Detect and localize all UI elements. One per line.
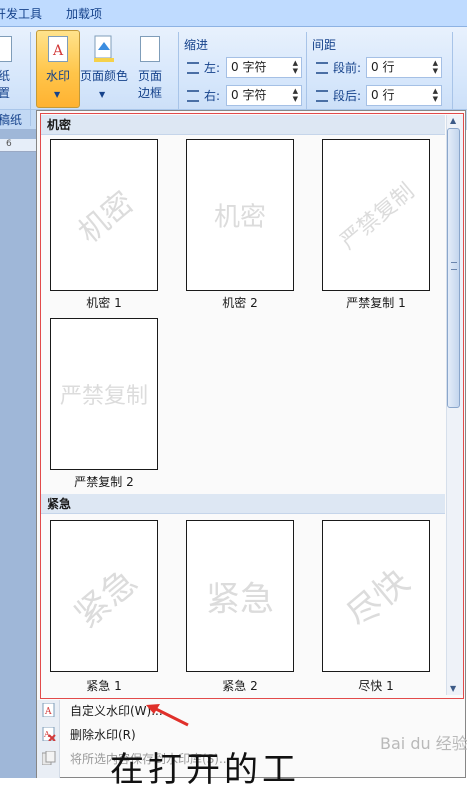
spin-arrows-icon[interactable]: ▲ ▼ bbox=[433, 59, 438, 75]
spacing-before-label: 段前: bbox=[333, 61, 362, 75]
page-color-dropdown-icon[interactable]: ▼ bbox=[99, 90, 105, 99]
spin-arrows-icon[interactable]: ▲ ▼ bbox=[433, 87, 438, 103]
spacing-after-label: 段后: bbox=[333, 89, 362, 103]
spacing-group-label: 间距 bbox=[312, 38, 337, 52]
watermark-button-label[interactable]: 水印 bbox=[36, 68, 80, 85]
spacing-after-input[interactable]: 0 行 ▲ ▼ bbox=[366, 85, 442, 106]
spacing-after-value: 0 行 bbox=[371, 88, 395, 102]
bottom-caption-partial: 在打开的工 bbox=[110, 750, 300, 790]
document-area bbox=[0, 129, 36, 778]
indent-left-value: 0 字符 bbox=[231, 60, 267, 74]
spacing-after-icon bbox=[316, 90, 328, 102]
tab-developer[interactable]: 开发工具 bbox=[0, 5, 42, 22]
indent-left-icon bbox=[187, 62, 199, 74]
indent-right-icon bbox=[187, 90, 199, 102]
group-label-partial: 稿纸 bbox=[0, 113, 23, 127]
indent-group-label: 缩进 bbox=[184, 38, 209, 52]
page-border-icon bbox=[140, 36, 160, 62]
svg-text:A: A bbox=[43, 730, 50, 739]
page-background-icon bbox=[0, 36, 12, 62]
indent-right-input[interactable]: 0 字符 ▲ ▼ bbox=[226, 85, 302, 106]
ruler-tick-label: 6 bbox=[6, 139, 12, 149]
indent-left-input[interactable]: 0 字符 ▲ ▼ bbox=[226, 57, 302, 78]
svg-text:A: A bbox=[44, 707, 52, 717]
ribbon-separator bbox=[30, 32, 31, 126]
tab-addins[interactable]: 加载项 bbox=[66, 5, 102, 22]
gallery-highlight-frame bbox=[40, 113, 464, 699]
page-bg-label-line2[interactable]: 置 bbox=[0, 85, 10, 102]
spacing-before-input[interactable]: 0 行 ▲ ▼ bbox=[366, 57, 442, 78]
page-border-label-line1[interactable]: 页面 bbox=[138, 68, 162, 85]
page-color-label[interactable]: 页面颜色 bbox=[80, 68, 128, 85]
indent-right-value: 0 字符 bbox=[231, 88, 267, 102]
custom-watermark-menu-item[interactable]: 自定义水印(W)... bbox=[60, 700, 460, 722]
ruler: 6 bbox=[0, 139, 36, 152]
spin-arrows-icon[interactable]: ▲ ▼ bbox=[293, 59, 298, 75]
page-color-icon bbox=[92, 34, 116, 62]
watermark-dropdown-icon[interactable]: ▼ bbox=[54, 90, 60, 99]
page-bg-label-line1[interactable]: 纸 bbox=[0, 68, 10, 85]
custom-watermark-icon: A bbox=[42, 702, 56, 718]
spin-arrows-icon[interactable]: ▲ ▼ bbox=[293, 87, 298, 103]
page-border-label-line2[interactable]: 边框 bbox=[138, 85, 162, 102]
remove-watermark-icon: A bbox=[42, 726, 56, 742]
annotation-arrow-icon bbox=[146, 704, 189, 727]
indent-left-label: 左: bbox=[204, 61, 221, 75]
spacing-before-icon bbox=[316, 62, 328, 74]
indent-right-label: 右: bbox=[204, 89, 221, 103]
watermark-doc-icon: A bbox=[48, 36, 68, 62]
watermark-a-icon: A bbox=[52, 43, 64, 59]
spacing-before-value: 0 行 bbox=[371, 60, 395, 74]
site-watermark-logo: Bai du 经验 bbox=[380, 734, 467, 753]
save-to-gallery-icon bbox=[41, 750, 56, 766]
svg-text:A: A bbox=[52, 43, 64, 59]
